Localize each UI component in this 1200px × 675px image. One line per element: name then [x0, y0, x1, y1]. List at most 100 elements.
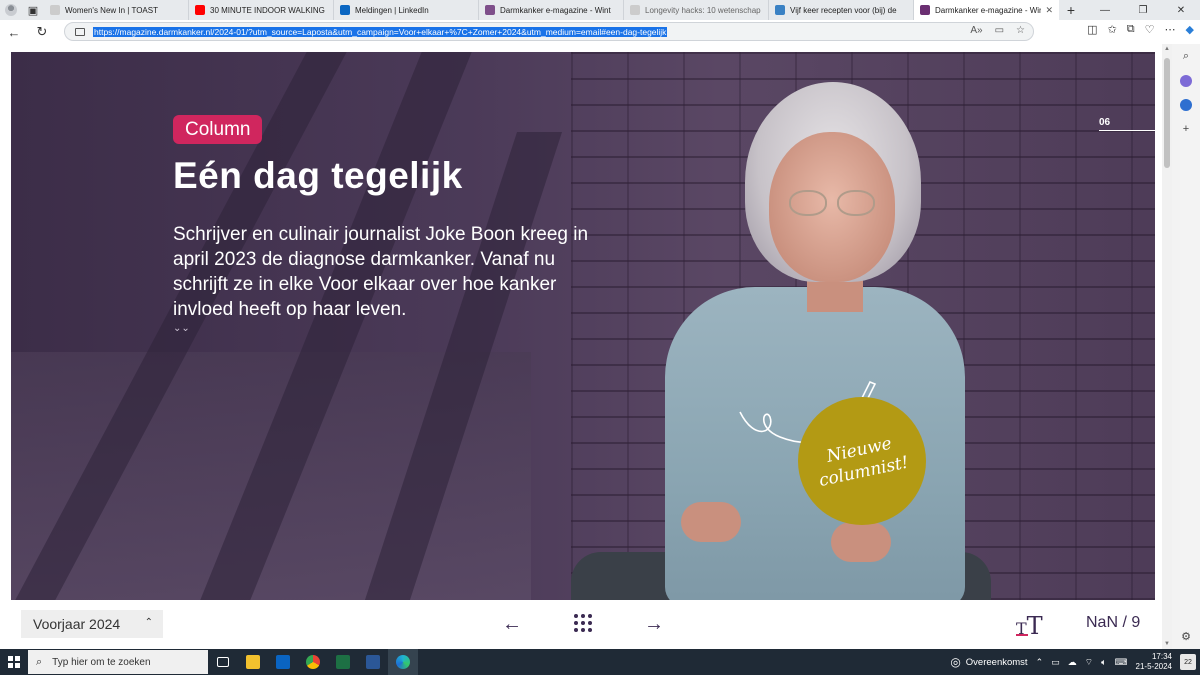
word-taskbar-button[interactable] — [358, 649, 388, 675]
reload-button[interactable]: ↻ — [28, 21, 56, 43]
new-tab-button[interactable]: + — [1059, 2, 1083, 18]
copilot-icon[interactable]: ◆ — [1186, 23, 1194, 36]
search-icon[interactable]: ⌕ — [1183, 50, 1189, 63]
site-info-icon[interactable] — [75, 27, 85, 36]
column-badge: Column — [173, 115, 263, 144]
article-intro: Schrijver en culinair journalist Joke Bo… — [173, 224, 589, 320]
task-view-button[interactable] — [208, 649, 238, 675]
linkedin-icon — [340, 5, 350, 15]
minimize-button[interactable]: — — [1086, 5, 1124, 16]
browser-tab[interactable]: Darmkanker e-magazine - Wint ✕ — [914, 0, 1059, 20]
add-sidebar-app-icon[interactable]: + — [1183, 123, 1189, 135]
weather-widget[interactable]: ◎ Overeenkomst — [950, 655, 1027, 669]
outlook-icon — [276, 655, 290, 669]
photo-hand — [831, 522, 891, 562]
photo-hand — [681, 502, 741, 542]
tray-overflow-icon[interactable]: ⌃ — [1036, 657, 1044, 668]
edge-taskbar-button[interactable] — [388, 649, 418, 675]
notification-center-button[interactable]: 22 — [1180, 654, 1196, 670]
outlook-icon[interactable] — [1180, 99, 1192, 111]
collections-icon[interactable]: ⧉ — [1127, 23, 1135, 36]
page-scrollbar[interactable]: ▲ ▼ — [1162, 44, 1172, 649]
edge-sidebar: ⌕ + ⚙ — [1172, 44, 1200, 649]
system-tray: ◎ Overeenkomst ⌃ ▭ ☁ ⌔ 🔈︎ ⌨ 17:34 21-5-2… — [950, 652, 1200, 672]
search-icon: ⌕ — [36, 655, 43, 668]
tab-actions-icon: ▣ — [27, 4, 39, 17]
stamp-text: Nieuwe columnist! — [813, 430, 911, 492]
overview-grid-icon[interactable] — [574, 614, 592, 632]
excel-taskbar-button[interactable] — [328, 649, 358, 675]
back-button[interactable]: ← — [0, 21, 28, 43]
profile-button[interactable] — [0, 0, 22, 20]
chevron-up-icon: ⌃ — [144, 617, 153, 628]
scroll-up-icon[interactable]: ▲ — [1162, 46, 1172, 52]
folder-icon — [246, 655, 260, 669]
browser-tab[interactable]: Longevity hacks: 10 wetenschap — [624, 0, 769, 20]
word-icon — [366, 655, 380, 669]
clock-date: 21-5-2024 — [1135, 662, 1172, 671]
scroll-down-icon[interactable]: ⌄⌄ — [173, 324, 190, 334]
screen: ▣ Women's New In | TOAST 30 MINUTE INDOOR… — [0, 0, 1200, 675]
taskbar-search-placeholder: Typ hier om te zoeken — [52, 656, 151, 668]
previous-page-button[interactable]: ← — [502, 613, 522, 636]
columnist-photo — [571, 82, 991, 600]
tab-actions-button[interactable]: ▣ — [22, 0, 44, 20]
cloud-icon[interactable]: ☁ — [1068, 657, 1077, 668]
issue-selector[interactable]: Voorjaar 2024 ⌃ — [21, 610, 163, 638]
chrome-taskbar-button[interactable] — [298, 649, 328, 675]
address-bar-icons: A» ▭ ☆ — [970, 25, 1025, 36]
next-page-button[interactable]: → — [644, 613, 664, 636]
window-controls: — ❐ ✕ — [1086, 5, 1200, 16]
browser-tab[interactable]: 30 MINUTE INDOOR WALKING — [189, 0, 334, 20]
battery-icon[interactable]: ▭ — [1051, 657, 1060, 668]
close-tab-icon[interactable]: ✕ — [1045, 5, 1053, 16]
sidebar-settings-icon[interactable]: ⚙ — [1181, 630, 1191, 643]
page-icon — [630, 5, 640, 15]
menu-icon[interactable]: ⋯ — [1165, 23, 1176, 36]
taskbar-search[interactable]: ⌕ Typ hier om te zoeken — [28, 650, 208, 674]
text-size-underline — [1016, 634, 1028, 636]
maximize-button[interactable]: ❐ — [1124, 5, 1162, 16]
keyboard-icon[interactable]: ⌨ — [1115, 657, 1128, 668]
favorites-icon[interactable]: ✩ — [1108, 23, 1117, 36]
read-aloud-icon[interactable]: A» — [970, 25, 982, 36]
outlook-taskbar-button[interactable] — [268, 649, 298, 675]
tab-title: Darmkanker e-magazine - Wint — [935, 5, 1042, 15]
app-available-icon[interactable]: ▭ — [995, 25, 1004, 36]
t-icon — [775, 5, 785, 15]
tab-strip: ▣ Women's New In | TOAST 30 MINUTE INDOOR… — [0, 0, 1200, 20]
start-button[interactable] — [0, 649, 28, 675]
browser-tab[interactable]: Meldingen | LinkedIn — [334, 0, 479, 20]
browser-tab[interactable]: Vijf keer recepten voor (bij) de — [769, 0, 914, 20]
photo-glasses — [789, 190, 879, 216]
browser-tab[interactable]: Darmkanker e-magazine - Wint — [479, 0, 624, 20]
close-window-button[interactable]: ✕ — [1162, 5, 1200, 16]
favorite-star-icon[interactable]: ☆ — [1016, 25, 1025, 36]
article-title: Eén dag tegelijk — [173, 155, 463, 196]
clock[interactable]: 17:34 21-5-2024 — [1136, 652, 1172, 672]
browser-tab[interactable]: Women's New In | TOAST — [44, 0, 189, 20]
darmkanker-icon — [485, 5, 495, 15]
url-text[interactable]: https://magazine.darmkanker.nl/2024-01/?… — [93, 26, 668, 37]
weather-icon: ◎ — [950, 655, 961, 669]
page-number: 06 — [1099, 117, 1111, 128]
tab-title: Darmkanker e-magazine - Wint — [500, 5, 611, 15]
browser-essentials-icon[interactable]: ♡ — [1145, 23, 1155, 36]
address-bar[interactable]: https://magazine.darmkanker.nl/2024-01/?… — [64, 22, 1034, 41]
copilot-sidebar-icon[interactable] — [1180, 75, 1192, 87]
file-explorer-button[interactable] — [238, 649, 268, 675]
toolbar-right: ◫ ✩ ⧉ ♡ ⋯ ◆ — [1087, 23, 1194, 36]
tab-title: Longevity hacks: 10 wetenschap — [645, 5, 761, 15]
split-screen-icon[interactable]: ◫ — [1087, 23, 1097, 36]
weather-text: Overeenkomst — [965, 656, 1028, 668]
windows-logo-icon — [8, 656, 20, 668]
volume-icon[interactable]: 🔈︎ — [1101, 657, 1106, 668]
scrollbar-thumb[interactable] — [1164, 58, 1170, 168]
tab-title: Women's New In | TOAST — [65, 5, 158, 15]
magazine-bottom-bar: Voorjaar 2024 ⌃ ← → TT NaN / 9 — [0, 600, 1162, 649]
toast-icon — [50, 5, 60, 15]
network-icon[interactable]: ⌔ — [1085, 657, 1093, 668]
issue-label: Voorjaar 2024 — [33, 616, 121, 632]
scroll-down-arrow-icon[interactable]: ▼ — [1162, 641, 1172, 647]
profile-avatar-icon — [5, 4, 17, 16]
